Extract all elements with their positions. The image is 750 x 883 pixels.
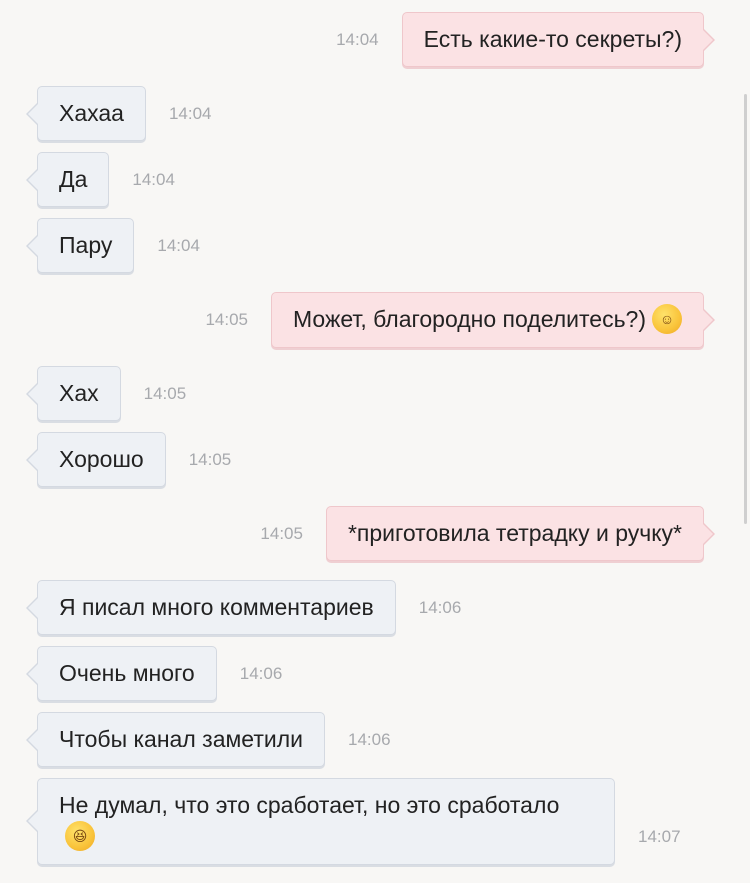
message-bubble[interactable]: Хорошо — [26, 432, 166, 487]
message-text: Хорошо — [59, 446, 144, 472]
message-outgoing[interactable]: 14:05 *приготовила тетрадку и ручку* — [260, 506, 716, 561]
message-text: Очень много — [59, 660, 195, 686]
message-time: 14:06 — [239, 663, 283, 683]
message-bubble[interactable]: Может, благородно поделитесь?) ☺ — [271, 292, 715, 348]
message-incoming[interactable]: Я писал много комментариев 14:06 — [26, 580, 462, 635]
message-text: Есть какие-то секреты?) — [423, 26, 682, 52]
message-text: *приготовила тетрадку и ручку* — [347, 520, 682, 546]
message-incoming[interactable]: Хах 14:05 — [26, 366, 187, 421]
message-bubble[interactable]: Есть какие-то секреты?) — [401, 12, 716, 67]
message-time: 14:06 — [347, 729, 391, 749]
message-incoming[interactable]: Очень много 14:06 — [26, 646, 283, 701]
message-bubble[interactable]: Хахаа — [26, 86, 146, 141]
message-bubble[interactable]: Чтобы канал заметили — [26, 712, 325, 767]
message-incoming[interactable]: Чтобы канал заметили 14:06 — [26, 712, 391, 767]
message-bubble[interactable]: Да — [25, 152, 110, 207]
message-text: Не думал, что это сработает, но это сраб… — [59, 792, 560, 818]
message-outgoing[interactable]: 14:04 Есть какие-то секреты?) — [336, 12, 716, 67]
scrollbar[interactable] — [744, 94, 747, 524]
message-bubble[interactable]: Пару — [25, 218, 135, 273]
message-outgoing[interactable]: 14:05 Может, благородно поделитесь?) ☺ — [205, 292, 715, 348]
message-text: Я писал много комментариев — [59, 594, 374, 620]
message-incoming[interactable]: Пару 14:04 — [25, 218, 200, 273]
message-incoming[interactable]: Хахаа 14:04 — [26, 86, 212, 141]
grinning-squinting-face-emoji-icon: 😆 — [65, 820, 95, 851]
message-text: Хахаа — [59, 100, 124, 126]
message-time: 14:04 — [132, 169, 175, 189]
message-time: 14:05 — [188, 449, 232, 469]
message-text: Может, благородно поделитесь?) — [293, 306, 646, 332]
message-text: Чтобы канал заметили — [59, 726, 303, 752]
message-bubble[interactable]: *приготовила тетрадку и ручку* — [325, 506, 716, 561]
smiling-face-emoji-icon: ☺ — [652, 303, 682, 334]
message-time: 14:04 — [168, 103, 212, 123]
message-bubble[interactable]: Хах — [26, 366, 121, 421]
message-time: 14:04 — [336, 29, 379, 49]
message-time: 14:07 — [638, 826, 681, 846]
message-incoming[interactable]: Да 14:04 — [25, 152, 175, 207]
message-time: 14:05 — [205, 309, 248, 329]
message-time: 14:05 — [143, 383, 187, 403]
message-time: 14:05 — [260, 523, 303, 543]
message-bubble[interactable]: Я писал много комментариев — [26, 580, 396, 635]
message-text: Хах — [59, 380, 99, 406]
message-text: Пару — [59, 232, 113, 258]
message-time: 14:06 — [418, 597, 462, 617]
message-bubble[interactable]: Не думал, что это сработает, но это сраб… — [26, 778, 615, 865]
message-text: Да — [59, 166, 88, 192]
message-incoming[interactable]: Хорошо 14:05 — [26, 432, 232, 487]
message-time: 14:04 — [157, 235, 200, 255]
message-incoming[interactable]: Не думал, что это сработает, но это сраб… — [26, 778, 681, 865]
message-bubble[interactable]: Очень много — [26, 646, 217, 701]
